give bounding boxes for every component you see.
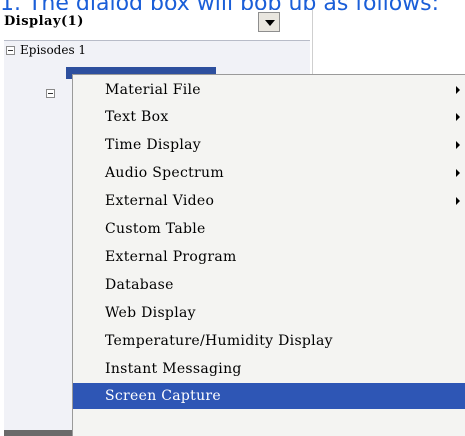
menu-item-label: External Program bbox=[105, 249, 237, 265]
menu-item-label: Database bbox=[105, 277, 174, 293]
menu-item-audio-spectrum[interactable]: Audio Spectrum bbox=[73, 160, 465, 186]
menu-item-label: Web Display bbox=[105, 305, 196, 321]
menu-item-time-display[interactable]: Time Display bbox=[73, 132, 465, 158]
menu-item-web-display[interactable]: Web Display bbox=[73, 300, 465, 326]
menu-item-material-file[interactable]: Material File bbox=[73, 77, 465, 103]
menu-item-label: Audio Spectrum bbox=[105, 165, 224, 181]
panel-bottom-strip bbox=[4, 430, 72, 436]
menu-item-external-video[interactable]: External Video bbox=[73, 188, 465, 214]
menu-item-label: Screen Capture bbox=[105, 388, 222, 404]
chevron-right-icon bbox=[456, 197, 460, 205]
tree-node-label: Episodes 1 bbox=[20, 43, 87, 57]
context-menu: Material File Text Box Time Display Audi… bbox=[72, 74, 465, 436]
menu-item-temperature-humidity-display[interactable]: Temperature/Humidity Display bbox=[73, 328, 465, 354]
display-selector[interactable]: Display(1) bbox=[4, 12, 304, 36]
chevron-down-icon bbox=[265, 20, 275, 26]
menu-item-screen-capture[interactable]: Screen Capture bbox=[73, 383, 465, 409]
menu-item-label: External Video bbox=[105, 193, 215, 209]
dropdown-button[interactable] bbox=[258, 12, 280, 32]
collapse-icon[interactable] bbox=[46, 89, 55, 98]
menu-item-label: Time Display bbox=[105, 137, 202, 153]
collapse-icon[interactable] bbox=[6, 46, 15, 55]
menu-item-label: Temperature/Humidity Display bbox=[105, 333, 333, 349]
chevron-right-icon bbox=[456, 141, 460, 149]
menu-item-label: Custom Table bbox=[105, 221, 206, 237]
menu-item-text-box[interactable]: Text Box bbox=[73, 104, 465, 130]
menu-item-label: Material File bbox=[105, 82, 201, 98]
menu-item-database[interactable]: Database bbox=[73, 272, 465, 298]
menu-item-custom-table[interactable]: Custom Table bbox=[73, 216, 465, 242]
menu-item-label: Instant Messaging bbox=[105, 361, 242, 377]
chevron-right-icon bbox=[456, 113, 460, 121]
menu-item-label: Text Box bbox=[105, 109, 169, 125]
chevron-right-icon bbox=[456, 86, 460, 94]
menu-item-external-program[interactable]: External Program bbox=[73, 244, 465, 270]
display-selector-label: Display(1) bbox=[4, 14, 84, 29]
menu-item-instant-messaging[interactable]: Instant Messaging bbox=[73, 356, 465, 382]
chevron-right-icon bbox=[456, 169, 460, 177]
